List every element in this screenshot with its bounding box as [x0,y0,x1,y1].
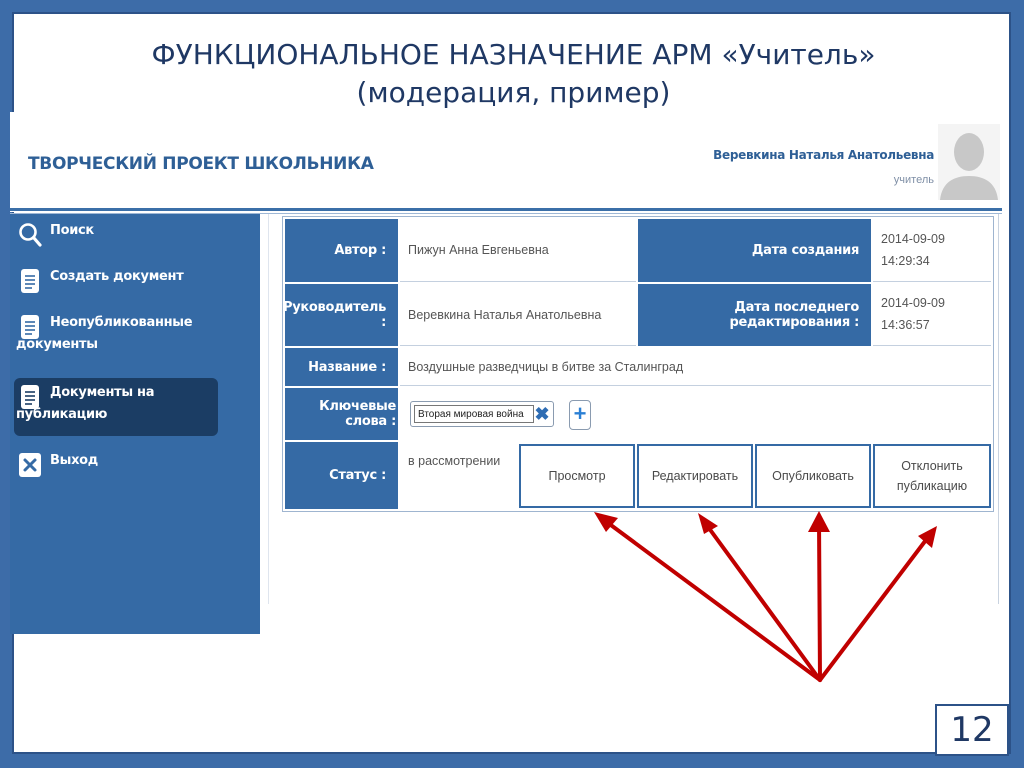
created-date-value: 2014-09-09 14:29:34 [873,219,991,282]
keyword-tag: ✖ [410,401,554,427]
sidebar-item-label-line2: документы [16,337,98,352]
sidebar-item-create-document[interactable]: Создать документ [14,266,218,296]
sidebar-item-label: Поиск [50,223,94,238]
user-role: учитель [893,174,934,186]
sidebar-item-exit[interactable]: Выход [14,450,218,480]
search-icon [18,222,42,248]
slide-title: ФУНКЦИОНАЛЬНОЕ НАЗНАЧЕНИЕ АРМ «Учитель» … [14,36,1013,112]
created-date: 2014-09-09 [881,232,945,246]
sidebar-item-search[interactable]: Поиск [14,220,218,250]
document-icon [18,384,42,410]
edited-date-label: Дата последнего редактирования : [638,284,871,346]
supervisor-label: Руководитель : [283,284,398,346]
user-silhouette-icon [938,124,1000,200]
created-date-label: Дата создания [638,219,871,282]
status-value: в рассмотрении [408,454,501,468]
author-label: Автор : [285,219,398,282]
app-header: ТВОРЧЕСКИЙ ПРОЕКТ ШКОЛЬНИКА Веревкина На… [10,112,1000,212]
sidebar-item-label: Неопубликованные [50,315,193,330]
document-icon [18,314,42,340]
sidebar-item-label: Выход [50,453,98,468]
slide-title-line1: ФУНКЦИОНАЛЬНОЕ НАЗНАЧЕНИЕ АРМ «Учитель» [151,38,876,71]
close-icon [18,452,42,478]
keywords-label: Ключевые слова : [285,388,398,440]
remove-keyword-icon[interactable]: ✖ [533,404,551,424]
sidebar-item-label: Документы на [50,385,155,400]
sidebar-item-unpublished[interactable]: Неопубликованные документы [14,312,218,362]
created-time: 14:29:34 [881,254,930,268]
sidebar-item-label: Создать документ [50,269,184,284]
edited-time: 14:36:57 [881,318,930,332]
reject-line1: Отклонить [901,459,963,473]
reject-publication-button[interactable]: Отклонить публикацию [873,444,991,508]
avatar[interactable] [938,124,1000,200]
slide-title-line2: (модерация, пример) [356,76,671,109]
document-form: Автор : Пижун Анна Евгеньевна Дата созда… [282,216,994,512]
edited-date: 2014-09-09 [881,296,945,310]
sidebar-item-label-line2: публикацию [16,407,108,422]
edited-date-value: 2014-09-09 14:36:57 [873,284,991,346]
title-value: Воздушные разведчицы в битве за Сталингр… [400,348,991,386]
app-title[interactable]: ТВОРЧЕСКИЙ ПРОЕКТ ШКОЛЬНИКА [28,154,374,174]
edit-button[interactable]: Редактировать [637,444,753,508]
sidebar-item-for-publication[interactable]: Документы на публикацию [14,378,218,436]
title-label: Название : [285,348,398,386]
sidebar: Поиск Создать документ Неопубликованные [10,214,260,634]
status-label: Статус : [285,442,398,509]
author-value: Пижун Анна Евгеньевна [400,219,636,282]
reject-line2: публикацию [896,479,968,493]
user-name[interactable]: Веревкина Наталья Анатольевна [713,148,934,162]
content-border [998,214,999,604]
publish-button[interactable]: Опубликовать [755,444,871,508]
view-button[interactable]: Просмотр [519,444,635,508]
page-number: 12 [935,704,1009,756]
header-divider [10,208,1002,211]
add-keyword-button[interactable]: + [569,400,591,430]
keyword-input[interactable] [414,405,534,423]
document-icon [18,268,42,294]
supervisor-value: Веревкина Наталья Анатольевна [400,284,636,346]
